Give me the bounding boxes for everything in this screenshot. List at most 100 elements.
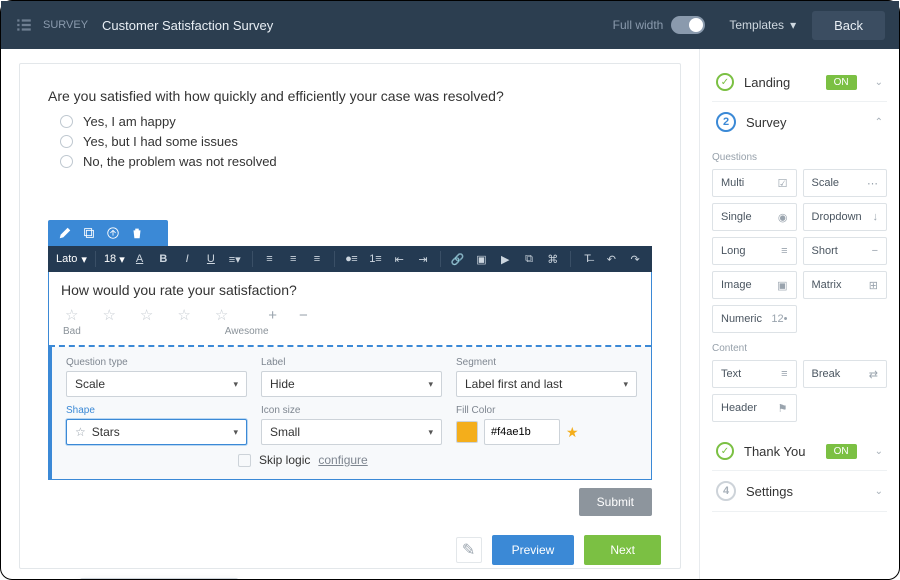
- list-ul-icon[interactable]: ⦁≡: [343, 250, 361, 268]
- font-select[interactable]: Lato▾: [56, 253, 87, 266]
- star-preview-icon: ★: [566, 424, 579, 441]
- question-type-label: Question type: [66, 357, 247, 368]
- content-header[interactable]: Header⚑: [712, 394, 797, 422]
- color-swatch[interactable]: [456, 421, 478, 443]
- image-icon[interactable]: ▣: [473, 250, 491, 268]
- step-thank-you[interactable]: ✓ Thank You ON ⌄: [712, 432, 887, 471]
- templates-menu[interactable]: Templates▾: [729, 18, 796, 32]
- type-matrix[interactable]: Matrix⊞: [803, 271, 888, 299]
- star-scale[interactable]: ☆ ☆ ☆ ☆ ☆ + −: [61, 304, 639, 326]
- full-width-toggle[interactable]: [671, 16, 705, 34]
- outdent-icon[interactable]: ⇤: [390, 250, 408, 268]
- segment-select[interactable]: Label first and last▾: [456, 371, 637, 397]
- q1-option[interactable]: Yes, I am happy: [60, 114, 652, 129]
- type-single[interactable]: Single◉: [712, 203, 797, 231]
- fill-color-label: Fill Color: [456, 405, 637, 416]
- video-icon[interactable]: ▶: [496, 250, 514, 268]
- icon-size-label: Icon size: [261, 405, 442, 416]
- text-icon: ≡: [781, 368, 787, 380]
- radio-icon: [60, 115, 73, 128]
- line-height-icon[interactable]: ≡▾: [226, 250, 244, 268]
- star-icon[interactable]: ☆: [177, 306, 190, 324]
- chevron-down-icon: ▾: [623, 379, 628, 390]
- type-image[interactable]: Image▣: [712, 271, 797, 299]
- pencil-icon[interactable]: [58, 226, 72, 240]
- scale-label-right[interactable]: Awesome: [225, 326, 269, 337]
- configure-link[interactable]: configure: [318, 453, 367, 467]
- question-type-select[interactable]: Scale▾: [66, 371, 247, 397]
- type-scale[interactable]: Scale⋯: [803, 169, 888, 197]
- link-icon[interactable]: 🔗: [449, 250, 467, 268]
- icon-size-select[interactable]: Small▾: [261, 419, 442, 445]
- star-icon[interactable]: ☆: [215, 306, 228, 324]
- q1-option[interactable]: Yes, but I had some issues: [60, 134, 652, 149]
- italic-icon[interactable]: I: [178, 250, 196, 268]
- align-left-icon[interactable]: ≡: [261, 250, 279, 268]
- questions-section-label: Questions: [712, 152, 887, 163]
- chevron-down-icon: ▾: [428, 379, 433, 390]
- duplicate-icon[interactable]: [82, 226, 96, 240]
- skip-logic-checkbox[interactable]: [238, 454, 251, 467]
- type-numeric[interactable]: Numeric12•: [712, 305, 797, 333]
- star-icon[interactable]: ☆: [102, 306, 115, 324]
- type-long[interactable]: Long≡: [712, 237, 797, 265]
- star-icon[interactable]: ☆: [140, 306, 153, 324]
- type-multi[interactable]: Multi☑: [712, 169, 797, 197]
- radio-icon: [60, 135, 73, 148]
- remove-star-icon[interactable]: −: [299, 307, 308, 324]
- add-star-icon[interactable]: +: [268, 307, 277, 324]
- theme-brush-icon[interactable]: ✎: [456, 537, 482, 563]
- next-button[interactable]: Next: [584, 535, 661, 565]
- question-2-text[interactable]: How would you rate your satisfaction?: [61, 282, 639, 298]
- font-size-select[interactable]: 18▾: [104, 253, 125, 266]
- step-settings[interactable]: 4 Settings ⌄: [712, 471, 887, 512]
- scale-icon: ⋯: [867, 177, 878, 190]
- multi-icon: ☑: [778, 177, 788, 190]
- submit-button[interactable]: Submit: [579, 488, 652, 516]
- numeric-icon: 12•: [771, 313, 787, 325]
- single-icon: ◉: [778, 211, 788, 224]
- content-break[interactable]: Break⇄: [803, 360, 888, 388]
- back-button[interactable]: Back: [812, 11, 885, 40]
- redo-icon[interactable]: ↷: [626, 250, 644, 268]
- color-hex-input[interactable]: #f4ae1b: [484, 419, 560, 445]
- survey-label: SURVEY: [43, 19, 88, 31]
- embed-icon[interactable]: ⧉: [520, 250, 538, 268]
- step-survey[interactable]: 2 Survey ⌃: [712, 102, 887, 142]
- type-short[interactable]: Short−: [803, 237, 888, 265]
- question-1-text: Are you satisfied with how quickly and e…: [48, 88, 652, 104]
- font-color-icon[interactable]: A: [131, 250, 149, 268]
- chevron-up-icon: ⌃: [875, 117, 883, 128]
- shape-label: Shape: [66, 405, 247, 416]
- chevron-down-icon: ▾: [233, 427, 238, 438]
- check-circle-icon: ✓: [716, 442, 734, 460]
- undo-icon[interactable]: ↶: [602, 250, 620, 268]
- align-center-icon[interactable]: ≡: [284, 250, 302, 268]
- underline-icon[interactable]: U: [202, 250, 220, 268]
- bold-icon[interactable]: B: [154, 250, 172, 268]
- align-right-icon[interactable]: ≡: [308, 250, 326, 268]
- step-landing[interactable]: ✓ Landing ON ⌄: [712, 63, 887, 102]
- label-field-label: Label: [261, 357, 442, 368]
- code-icon[interactable]: ⌘: [544, 250, 562, 268]
- star-icon[interactable]: ☆: [65, 306, 78, 324]
- type-dropdown[interactable]: Dropdown↓: [803, 203, 888, 231]
- survey-title[interactable]: Customer Satisfaction Survey: [102, 18, 273, 33]
- question-settings: Question typeScale▾ LabelHide▾ SegmentLa…: [49, 347, 651, 479]
- dropdown-icon: ↓: [873, 211, 879, 223]
- content-text[interactable]: Text≡: [712, 360, 797, 388]
- indent-icon[interactable]: ⇥: [414, 250, 432, 268]
- upload-icon[interactable]: [106, 226, 120, 240]
- label-select[interactable]: Hide▾: [261, 371, 442, 397]
- shape-select[interactable]: ☆Stars▾: [66, 419, 247, 445]
- matrix-icon: ⊞: [869, 279, 878, 292]
- step-number-icon: 4: [716, 481, 736, 501]
- list-ol-icon[interactable]: 1≡: [367, 250, 385, 268]
- clear-format-icon[interactable]: T̶: [579, 250, 597, 268]
- scale-label-left[interactable]: Bad: [63, 326, 81, 337]
- q1-option[interactable]: No, the problem was not resolved: [60, 154, 652, 169]
- preview-button[interactable]: Preview: [492, 535, 575, 565]
- chevron-down-icon: ⌄: [875, 486, 883, 497]
- trash-icon[interactable]: [130, 226, 144, 240]
- long-icon: ≡: [781, 245, 787, 257]
